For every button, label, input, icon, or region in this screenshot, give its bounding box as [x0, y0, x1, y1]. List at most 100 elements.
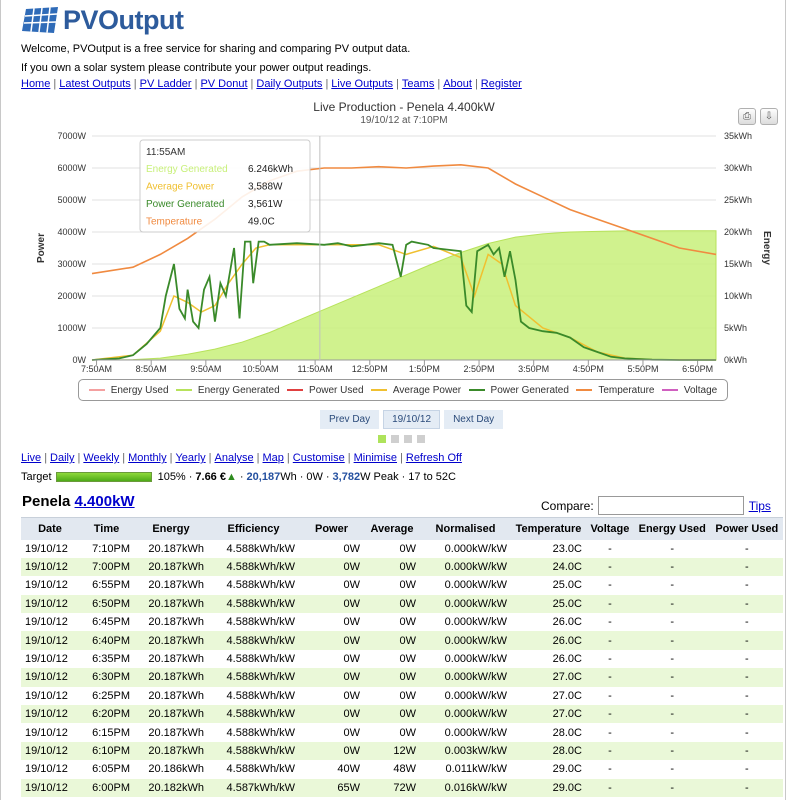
chart-legend: Energy Used Energy Generated Power Used Ave… — [78, 379, 728, 401]
legend-label: Voltage — [683, 384, 718, 396]
current-day[interactable]: 19/10/12 — [383, 410, 441, 429]
view-minimise-link[interactable]: Minimise — [354, 452, 397, 464]
legend-swatch — [175, 389, 192, 391]
peak-value: 3,782 — [332, 471, 361, 483]
y-left-tick-label: 1000W — [57, 323, 86, 333]
table-cell-date: 19/10/12 — [21, 576, 79, 595]
view-live-link[interactable]: Live — [21, 452, 41, 464]
table-cell-temperature: 25.0C — [511, 594, 586, 614]
table-cell-average: 12W — [364, 741, 420, 761]
table-cell-energy: 20.187kWh — [134, 613, 208, 632]
table-cell-temperature: 26.0C — [511, 631, 586, 650]
table-cell-date: 19/10/12 — [21, 649, 79, 669]
table-cell-date: 19/10/12 — [21, 594, 79, 614]
view-dot-4[interactable] — [417, 435, 425, 443]
view-refresh-off-link[interactable]: Refresh Off — [406, 452, 462, 464]
table-cell-energy: 20.182kWh — [134, 778, 208, 797]
table-cell-energy: 20.187kWh — [134, 668, 208, 687]
table-cell-power: 0W — [299, 668, 364, 687]
table-row: 19/10/12 6:45PM 20.187kWh 4.588kWh/kW 0W 0W 0.… — [21, 613, 783, 632]
table-cell-energy: 20.187kWh — [134, 723, 208, 742]
tooltip-time: 11:55AM — [146, 147, 185, 158]
top-nav: Home | Latest Outputs | PV Ladder | PV Donut | D… — [21, 78, 522, 90]
table-cell-power-used: - — [710, 686, 783, 706]
energy-generated-area — [91, 230, 717, 361]
view-weekly-link[interactable]: Weekly — [83, 452, 119, 464]
nav-pv-ladder-link[interactable]: PV Ladder — [140, 78, 192, 90]
table-cell-power: 0W — [299, 576, 364, 595]
table-cell-energy-used: - — [633, 613, 711, 632]
pvoutput-logo[interactable]: PVOutput — [20, 3, 184, 37]
legend-item-voltage[interactable]: Voltage — [661, 384, 718, 396]
table-cell-normalised: 0.003kW/kW — [420, 741, 511, 761]
legend-item-temperature[interactable]: Temperature — [576, 385, 654, 396]
table-cell-date: 19/10/12 — [21, 741, 79, 761]
nav-separator: | — [474, 78, 478, 90]
view-map-link[interactable]: Map — [263, 452, 284, 464]
tooltip-row-label: Average Power — [146, 182, 215, 193]
table-row: 19/10/12 6:10PM 20.187kWh 4.588kWh/kW 0W 12W 0… — [21, 741, 783, 761]
system-size-link[interactable]: 4.400kW — [75, 493, 135, 510]
x-tick-label: 5:50PM — [627, 364, 658, 374]
tooltip-row-label: Power Generated — [146, 199, 224, 210]
table-cell-efficiency: 4.588kWh/kW — [208, 741, 299, 761]
table-cell-power: 40W — [299, 760, 364, 779]
view-customise-link[interactable]: Customise — [293, 452, 345, 464]
table-cell-power: 0W — [299, 741, 364, 761]
day-navigation: Prev Day 19/10/12 Next Day — [320, 410, 504, 429]
table-cell-time: 6:25PM — [79, 686, 134, 706]
table-cell-voltage: - — [586, 741, 634, 761]
chart-plot: 0W1000W2000W3000W4000W5000W6000W7000W0kW… — [36, 131, 772, 374]
table-cell-normalised: 0.000kW/kW — [420, 668, 511, 687]
table-cell-average: 0W — [364, 668, 420, 687]
view-dot-1[interactable] — [378, 435, 386, 443]
table-cell-energy: 20.187kWh — [134, 576, 208, 595]
table-cell-power: 0W — [299, 557, 364, 577]
table-cell-date: 19/10/12 — [21, 705, 79, 724]
nav-home-link[interactable]: Home — [21, 78, 50, 90]
view-analyse-link[interactable]: Analyse — [215, 452, 254, 464]
legend-item-energy-used[interactable]: Energy Used — [88, 385, 169, 396]
table-cell-normalised: 0.000kW/kW — [420, 705, 511, 724]
nav-latest-outputs-link[interactable]: Latest Outputs — [59, 78, 131, 90]
x-tick-label: 6:50PM — [682, 364, 713, 374]
view-dot-2[interactable] — [391, 435, 399, 443]
table-cell-energy: 20.186kWh — [134, 760, 208, 779]
prev-day-button[interactable]: Prev Day — [320, 410, 380, 429]
view-daily-link[interactable]: Daily — [50, 452, 74, 464]
energy-unit: Wh — [280, 471, 297, 483]
legend-label: Temperature — [598, 384, 655, 396]
nav-register-link[interactable]: Register — [481, 78, 522, 90]
table-cell-voltage: - — [586, 778, 634, 797]
tooltip-row-label: Temperature — [146, 217, 203, 228]
table-cell-efficiency: 4.588kWh/kW — [208, 668, 299, 687]
nav-about-link[interactable]: About — [443, 78, 472, 90]
table-cell-temperature: 27.0C — [511, 686, 586, 706]
table-cell-energy-used: - — [633, 760, 711, 779]
legend-item-energy-generated[interactable]: Energy Generated — [175, 385, 280, 396]
table-row: 19/10/12 6:40PM 20.187kWh 4.588kWh/kW 0W 0W 0.… — [21, 631, 783, 650]
tooltip-row-value: 3,588W — [248, 182, 283, 193]
x-tick-label: 8:50AM — [136, 364, 167, 374]
nav-pv-donut-link[interactable]: PV Donut — [200, 78, 247, 90]
nav-daily-outputs-link[interactable]: Daily Outputs — [256, 78, 322, 90]
table-cell-energy: 20.187kWh — [134, 557, 208, 577]
legend-label: Power Generated — [490, 384, 569, 396]
view-monthly-link[interactable]: Monthly — [128, 452, 167, 464]
table-cell-energy-used: - — [633, 631, 711, 650]
table-cell-efficiency: 4.588kWh/kW — [208, 723, 299, 742]
view-dot-3[interactable] — [404, 435, 412, 443]
tips-link[interactable]: Tips — [749, 499, 771, 513]
compare-input[interactable] — [597, 496, 744, 515]
legend-item-power-generated[interactable]: Power Generated — [468, 384, 569, 396]
table-cell-normalised: 0.000kW/kW — [420, 539, 511, 558]
view-yearly-link[interactable]: Yearly — [175, 452, 205, 464]
y-right-tick-label: 30kWh — [724, 163, 752, 173]
nav-live-outputs-link[interactable]: Live Outputs — [331, 78, 393, 90]
table-cell-normalised: 0.000kW/kW — [420, 576, 511, 595]
legend-item-power-used[interactable]: Power Used — [287, 385, 364, 396]
nav-teams-link[interactable]: Teams — [402, 78, 434, 90]
table-cell-normalised: 0.016kW/kW — [420, 778, 511, 797]
legend-item-average-power[interactable]: Average Power — [370, 385, 461, 396]
next-day-button[interactable]: Next Day — [444, 410, 504, 429]
